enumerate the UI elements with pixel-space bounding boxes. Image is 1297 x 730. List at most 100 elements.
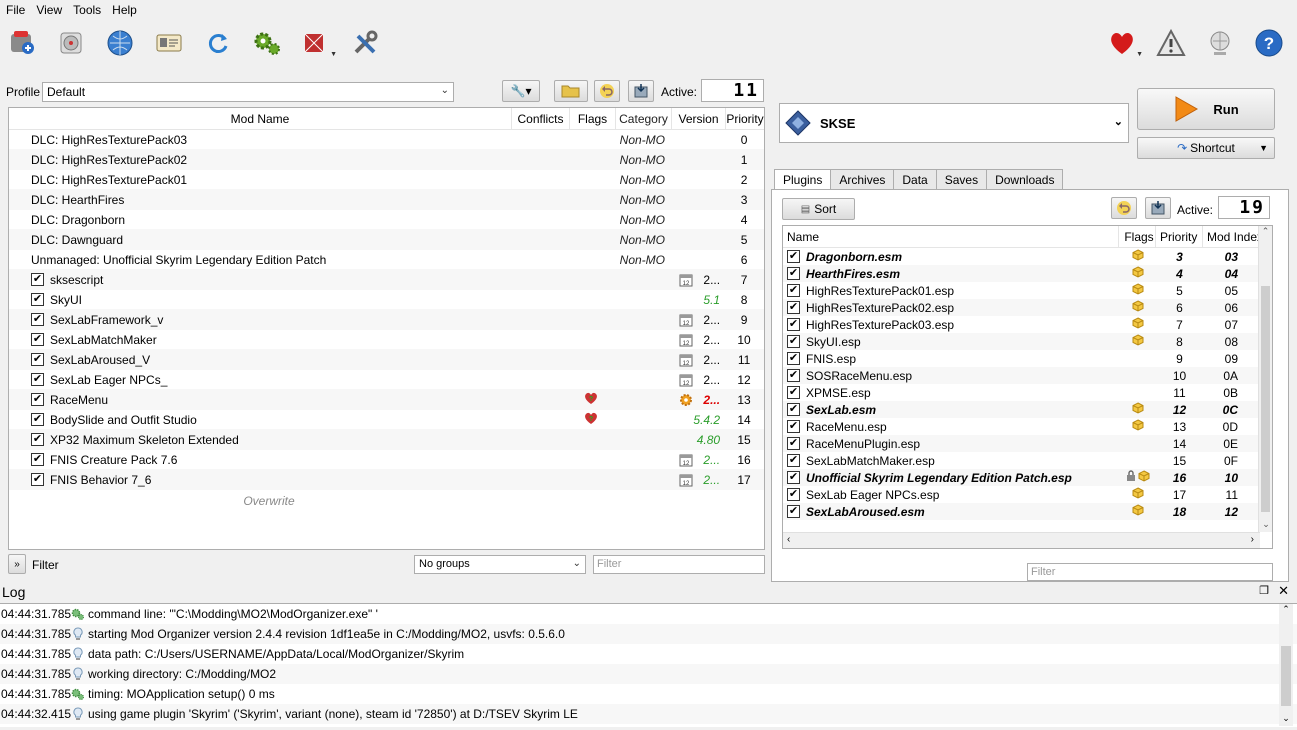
plugin-checkbox[interactable]: ✔ <box>787 267 800 280</box>
overwrite-entry[interactable]: Overwrite <box>9 490 529 508</box>
plugin-row[interactable]: ✔ FNIS.esp 9 09 <box>783 350 1272 367</box>
mod-row[interactable]: ✔ SkyUI 5.1 8 <box>9 290 764 310</box>
plugin-row[interactable]: ✔ RaceMenu.esp 13 0D <box>783 418 1272 435</box>
mod-row[interactable]: ✔ RaceMenu? 2... 13 <box>9 390 764 410</box>
plugin-checkbox[interactable]: ✔ <box>787 386 800 399</box>
mod-checkbox[interactable]: ✔ <box>31 473 44 486</box>
header-plugin-name[interactable]: Name <box>783 226 1119 247</box>
plugin-checkbox[interactable]: ✔ <box>787 471 800 484</box>
mod-checkbox[interactable]: ✔ <box>31 353 44 366</box>
menu-file[interactable]: File <box>4 3 34 17</box>
header-conflicts[interactable]: Conflicts <box>512 108 570 129</box>
problems-warning-icon[interactable] <box>1154 26 1188 60</box>
instance-manager-icon[interactable] <box>5 26 39 60</box>
mod-checkbox[interactable]: ✔ <box>31 273 44 286</box>
plugin-row[interactable]: ✔ HighResTexturePack02.esp 6 06 <box>783 299 1272 316</box>
plugin-checkbox[interactable]: ✔ <box>787 454 800 467</box>
header-flags[interactable]: Flags <box>570 108 616 129</box>
plugin-row[interactable]: ✔ SexLabMatchMaker.esp 15 0F <box>783 452 1272 469</box>
mod-checkbox[interactable]: ✔ <box>31 333 44 346</box>
plugin-row[interactable]: ✔ HighResTexturePack03.esp 7 07 <box>783 316 1272 333</box>
scroll-thumb[interactable] <box>1281 646 1291 706</box>
menu-help[interactable]: Help <box>110 3 146 17</box>
scroll-down-icon[interactable]: ⌄ <box>1279 713 1293 724</box>
mod-row[interactable]: ✔ SexLabFramework_v 12 2... 9 <box>9 310 764 330</box>
mod-row[interactable]: ✔ BodySlide and Outfit Studio? 5.4.2 14 <box>9 410 764 430</box>
scroll-left-icon[interactable]: ‹ <box>787 534 790 545</box>
nexus-globe-icon[interactable] <box>103 26 137 60</box>
mod-row[interactable]: DLC: HearthFires Non-MO 3 <box>9 190 764 210</box>
run-button[interactable]: Run <box>1137 88 1275 130</box>
endorse-heart-icon[interactable]: ▼ <box>1105 26 1143 60</box>
plugins-backup-button[interactable] <box>1145 197 1171 219</box>
mod-row[interactable]: Unmanaged: Unofficial Skyrim Legendary E… <box>9 250 764 270</box>
plugin-row[interactable]: ✔ RaceMenuPlugin.esp 14 0E <box>783 435 1272 452</box>
mod-row[interactable]: ✔ SexLabMatchMaker 12 2... 10 <box>9 330 764 350</box>
nexus-disk-icon[interactable] <box>54 26 88 60</box>
mod-row[interactable]: ✔ sksescript 12 2... 7 <box>9 270 764 290</box>
groups-select[interactable]: No groups ⌄ <box>414 555 586 574</box>
log-entry[interactable]: 04:44:31.785 working directory: C:/Moddin… <box>0 664 1297 684</box>
log-entry[interactable]: 04:44:31.785 data path: C:/Users/USERNAME… <box>0 644 1297 664</box>
mod-checkbox[interactable]: ✔ <box>31 433 44 446</box>
mod-row[interactable]: ✔ SexLab Eager NPCs_ 12 2... 12 <box>9 370 764 390</box>
plugin-row[interactable]: ✔ Dragonborn.esm 3 03 <box>783 248 1272 265</box>
plugin-checkbox[interactable]: ✔ <box>787 250 800 263</box>
mod-checkbox[interactable]: ✔ <box>31 293 44 306</box>
header-mod-name[interactable]: Mod Name <box>9 108 512 129</box>
mod-row[interactable]: DLC: HighResTexturePack02 Non-MO 1 <box>9 150 764 170</box>
tab-saves[interactable]: Saves <box>935 169 988 189</box>
executable-select[interactable]: SKSE ⌄ <box>779 103 1129 143</box>
log-entry[interactable]: 04:44:31.785 timing: MOApplication setup(… <box>0 684 1297 704</box>
sort-button[interactable]: ▤ Sort <box>782 198 855 220</box>
mod-checkbox[interactable]: ✔ <box>31 313 44 326</box>
update-globe-icon[interactable] <box>1203 26 1237 60</box>
mod-row[interactable]: ✔ FNIS Behavior 7_6 12 2... 17 <box>9 470 764 490</box>
tab-archives[interactable]: Archives <box>830 169 895 189</box>
header-category[interactable]: Category <box>616 108 672 129</box>
help-icon[interactable]: ? <box>1252 26 1286 60</box>
mod-row[interactable]: DLC: HighResTexturePack03 Non-MO 0 <box>9 130 764 150</box>
scroll-right-icon[interactable]: › <box>1251 534 1254 545</box>
scroll-up-icon[interactable]: ⌃ <box>1259 226 1272 237</box>
plugin-filter-input[interactable]: Filter <box>1027 563 1273 581</box>
plugin-checkbox[interactable]: ✔ <box>787 505 800 518</box>
header-version[interactable]: Version <box>672 108 726 129</box>
menu-tools[interactable]: Tools <box>71 3 110 17</box>
scroll-up-icon[interactable]: ⌃ <box>1279 604 1293 615</box>
plugin-row[interactable]: ✔ SexLabAroused.esm 18 12 <box>783 503 1272 520</box>
tab-data[interactable]: Data <box>893 169 937 189</box>
scroll-thumb[interactable] <box>1261 286 1270 512</box>
plugin-checkbox[interactable]: ✔ <box>787 437 800 450</box>
plugin-row[interactable]: ✔ HighResTexturePack01.esp 5 05 <box>783 282 1272 299</box>
plugin-row[interactable]: ✔ SexLab.esm 12 0C <box>783 401 1272 418</box>
plugin-checkbox[interactable]: ✔ <box>787 352 800 365</box>
executables-gears-icon[interactable] <box>250 26 284 60</box>
log-entry[interactable]: 04:44:31.785 command line: '"C:\Modding\M… <box>0 604 1297 624</box>
menu-view[interactable]: View <box>34 3 71 17</box>
plugin-checkbox[interactable]: ✔ <box>787 318 800 331</box>
plugin-checkbox[interactable]: ✔ <box>787 420 800 433</box>
mod-row[interactable]: ✔ XP32 Maximum Skeleton Extended 4.80 15 <box>9 430 764 450</box>
plugin-checkbox[interactable]: ✔ <box>787 369 800 382</box>
plugin-row[interactable]: ✔ Unofficial Skyrim Legendary Edition Pat… <box>783 469 1272 486</box>
plugin-checkbox[interactable]: ✔ <box>787 488 800 501</box>
plugin-row[interactable]: ✔ XPMSE.esp 11 0B <box>783 384 1272 401</box>
mod-row[interactable]: ✔ FNIS Creature Pack 7.6 12 2... 16 <box>9 450 764 470</box>
plugins-restore-button[interactable] <box>1111 197 1137 219</box>
plugin-row[interactable]: ✔ SkyUI.esp 8 08 <box>783 333 1272 350</box>
plugin-row[interactable]: ✔ SexLab Eager NPCs.esp 17 11 <box>783 486 1272 503</box>
tab-plugins[interactable]: Plugins <box>774 169 832 190</box>
mod-row[interactable]: DLC: HighResTexturePack01 Non-MO 2 <box>9 170 764 190</box>
scroll-down-icon[interactable]: ⌄ <box>1259 519 1272 530</box>
mod-row[interactable]: DLC: Dawnguard Non-MO 5 <box>9 230 764 250</box>
tools-puzzle-icon[interactable]: ▼ <box>299 26 337 60</box>
mod-checkbox[interactable]: ✔ <box>31 453 44 466</box>
open-folder-button[interactable] <box>554 80 588 102</box>
mod-checkbox[interactable]: ✔ <box>31 373 44 386</box>
mod-tools-button[interactable]: 🔧▾ <box>502 80 540 102</box>
plugin-checkbox[interactable]: ✔ <box>787 301 800 314</box>
tab-downloads[interactable]: Downloads <box>986 169 1064 189</box>
shortcut-button[interactable]: ↷ Shortcut ▼ <box>1137 137 1275 159</box>
refresh-icon[interactable] <box>201 26 235 60</box>
